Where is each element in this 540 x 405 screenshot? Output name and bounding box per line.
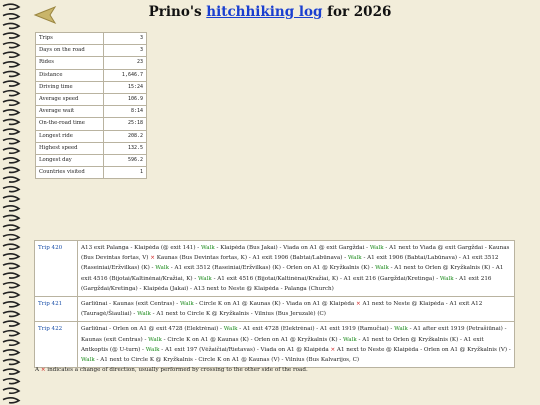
stats-row: Trips 3 xyxy=(35,31,147,46)
route-text: - A1 next to Circle K @ Kryžkalnis - Cir… xyxy=(94,357,360,364)
trip-label[interactable]: Trip 421 xyxy=(34,296,78,323)
page-title: Prino's hitchhiking log for 2026 xyxy=(0,4,540,20)
route-text: - A1 exit 197 (Vėžaičiai/Rietavas) - Via… xyxy=(159,346,331,353)
walk-marker: Walk xyxy=(439,275,454,282)
stats-row: Average speed 106.9 xyxy=(35,92,147,107)
route-text: - Circle K on A1 @ Kaunas (K) - Viada on… xyxy=(193,301,357,308)
stat-value: 106.9 xyxy=(103,92,147,107)
stat-label: Trips xyxy=(35,31,104,46)
stat-label: Longest ride xyxy=(35,129,104,143)
walk-marker: Walk xyxy=(343,336,357,343)
route-text: - Circle K on A1 @ Kaunas (K) - Orlen on… xyxy=(161,336,343,343)
walk-marker: Walk xyxy=(155,265,169,272)
stat-value: 15:24 xyxy=(103,80,147,94)
walk-marker: Walk xyxy=(81,357,95,364)
trips-table: Trip 420 A13 exit Palanga - Klaipėda (@ e… xyxy=(34,239,515,369)
walk-marker: Walk xyxy=(223,326,238,333)
walk-marker: Walk xyxy=(148,336,162,343)
route-text: Garliūnai - Orlen on A1 @ exit 4728 (Ele… xyxy=(81,326,224,333)
hitchhiking-log-link[interactable]: hitchhiking log xyxy=(206,4,322,20)
stat-value: 25:18 xyxy=(103,117,147,131)
walk-marker: Walk xyxy=(198,275,212,282)
stat-label: Driving time xyxy=(35,80,104,94)
title-prefix: Prino's xyxy=(148,4,207,20)
stat-value: 3 xyxy=(103,31,147,46)
stat-label: Average wait xyxy=(35,105,104,119)
stat-value: 23 xyxy=(103,56,147,70)
stats-row: Average wait 8:14 xyxy=(35,105,147,119)
stats-row: Longest day 596.2 xyxy=(35,153,147,168)
stats-row: Rides 23 xyxy=(35,56,147,70)
stat-label: Distance xyxy=(35,68,104,82)
walk-marker: Walk xyxy=(200,245,215,251)
walk-marker: Walk xyxy=(347,255,362,262)
stats-row: Distance 1,646.7 xyxy=(35,68,147,82)
stat-label: Longest day xyxy=(35,153,104,168)
stat-value: 208.2 xyxy=(103,129,147,143)
walk-marker: Walk xyxy=(394,326,408,333)
route-text: - A1 exit 3512 (Raseiniai/Eržvilkas) (K)… xyxy=(169,265,376,272)
stat-value: 596.2 xyxy=(103,153,147,168)
footnote-after: indicates a change of direction, usually… xyxy=(45,367,308,373)
route-text: A13 exit Palanga - Klaipėda (@ exit 141)… xyxy=(81,245,201,251)
trip-route: Garliūnai - Orlen on A1 @ exit 4728 (Ele… xyxy=(77,321,515,369)
trip-row: Trip 421 Garliūnai - Kaunas (exit Centras… xyxy=(34,296,515,323)
spiral-binding xyxy=(0,0,22,405)
stat-label: Days on the road xyxy=(35,44,104,58)
stat-value: 8:14 xyxy=(103,105,147,119)
trip-label[interactable]: Trip 422 xyxy=(34,321,78,369)
stats-row: Driving time 15:24 xyxy=(35,80,147,94)
trip-row: Trip 420 A13 exit Palanga - Klaipėda (@ e… xyxy=(34,239,515,298)
route-text: A1 next to Neste @ Klaipėda - Orlen on A… xyxy=(335,346,511,353)
stats-row: On-the-road time 25:18 xyxy=(35,117,147,131)
walk-marker: Walk xyxy=(145,346,160,353)
walk-marker: Walk xyxy=(179,301,194,308)
stat-label: Average speed xyxy=(35,92,104,107)
stats-row: Countries visited 1 xyxy=(35,166,147,180)
stat-label: Highest speed xyxy=(35,141,104,155)
title-suffix: for 2026 xyxy=(322,4,392,20)
trip-route: A13 exit Palanga - Klaipėda (@ exit 141)… xyxy=(77,239,515,298)
stats-row: Days on the road 3 xyxy=(35,44,147,58)
route-text: Garliūnai - Kaunas (exit Centras) - xyxy=(81,301,180,308)
walk-marker: Walk xyxy=(369,245,384,251)
stat-label: Rides xyxy=(35,56,104,70)
stat-value: 1,646.7 xyxy=(103,68,147,82)
route-text: - A1 exit 4728 (Elektrėnai) - A1 exit 19… xyxy=(237,326,395,333)
route-text: - A1 exit 4516 (Bijotai/Kaltinėnai/Kraži… xyxy=(211,275,440,282)
trip-label[interactable]: Trip 420 xyxy=(34,239,78,298)
stats-row: Longest ride 208.2 xyxy=(35,129,147,143)
stat-label: Countries visited xyxy=(35,166,104,180)
footnote: A × indicates a change of direction, usu… xyxy=(35,367,308,373)
walk-marker: Walk xyxy=(375,265,389,272)
trip-route: Garliūnai - Kaunas (exit Centras) - Walk… xyxy=(77,296,515,323)
trip-row: Trip 422 Garliūnai - Orlen on A1 @ exit 4… xyxy=(34,321,515,369)
stat-value: 132.5 xyxy=(103,141,147,155)
route-text: - Klaipėda (Bus Jakai) - Viada on A1 @ e… xyxy=(214,245,370,251)
stat-label: On-the-road time xyxy=(35,117,104,131)
walk-marker: Walk xyxy=(137,311,151,318)
stats-row: Highest speed 132.5 xyxy=(35,141,147,155)
stat-value: 3 xyxy=(103,44,147,58)
route-text: Kaunas (Bus Devintas fortas, K) - A1 exi… xyxy=(154,255,348,262)
stats-table: Trips 3 Days on the road 3 Rides 23 Distance 1,… xyxy=(35,31,147,180)
route-text: - A1 next to Circle K @ Kryžkalnis - Vil… xyxy=(150,311,326,318)
stat-value: 1 xyxy=(103,166,147,180)
